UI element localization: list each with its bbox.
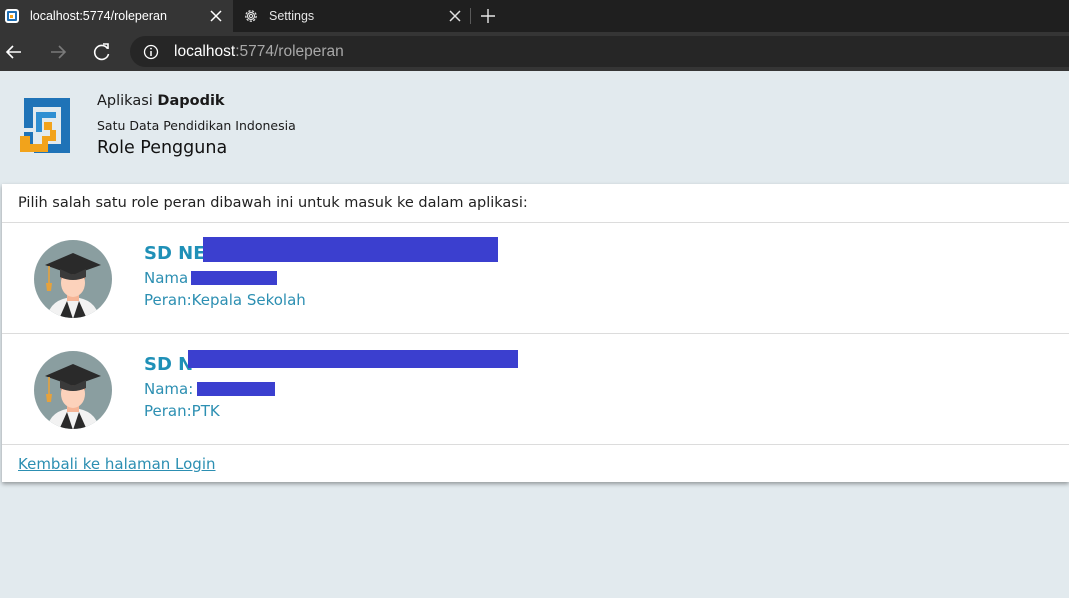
role-selection-card: Pilih salah satu role peran dibawah ini … [2,184,1069,482]
plus-icon[interactable] [480,8,496,24]
app-title: Aplikasi Dapodik [97,93,225,109]
url-host: localhost [174,43,236,60]
page-title: Role Pengguna [97,138,228,158]
gear-icon [245,10,257,22]
role-user-name: Nama: [144,380,194,398]
card-instruction: Pilih salah satu role peran dibawah ini … [18,195,528,211]
back-to-login-link[interactable]: Kembali ke halaman Login [18,455,216,473]
close-icon[interactable] [209,9,223,23]
url-text[interactable]: localhost:5774/roleperan [174,43,344,61]
browser-tab-strip: localhost:5774/roleperan Settings [0,0,1069,32]
role-option-ptk[interactable]: SD N Nama: Peran:PTK [2,334,1069,444]
info-icon[interactable] [143,44,159,60]
app-title-name: Dapodik [157,93,225,109]
role-peran-value: PTK [191,402,220,420]
role-peran-value: Kepala Sekolah [191,291,306,309]
graduate-avatar-icon [34,351,112,429]
graduate-avatar-icon [34,240,112,318]
tab-roleperan[interactable]: localhost:5774/roleperan [0,0,233,32]
forward-arrow-icon[interactable] [48,42,68,62]
app-title-prefix: Aplikasi [97,93,153,109]
role-option-kepala-sekolah[interactable]: SD NE Nama Peran:Kepala Sekolah [2,223,1069,333]
role-peran-label: Peran: [144,291,192,309]
tab-settings[interactable]: Settings [233,0,470,32]
dapodik-favicon-icon [5,9,19,23]
divider [2,444,1069,445]
address-bar[interactable]: localhost:5774/roleperan [130,36,1069,67]
role-peran-label: Peran: [144,402,192,420]
tab-title: localhost:5774/roleperan [30,9,167,23]
tab-separator [470,8,471,24]
role-school-name: SD N [144,354,194,375]
tab-title: Settings [269,9,315,23]
role-school-name: SD NE [144,243,206,264]
role-user-name: Nama [144,269,189,287]
redaction-block [188,350,518,368]
redaction-block [203,237,498,262]
redaction-block [191,271,277,285]
app-subtitle: Satu Data Pendidikan Indonesia [97,118,296,133]
dapodik-logo [20,98,70,153]
redaction-block [197,382,275,396]
close-icon[interactable] [448,9,462,23]
back-arrow-icon[interactable] [4,42,24,62]
url-path: :5774/roleperan [235,43,344,60]
browser-nav-bar: localhost:5774/roleperan [0,32,1069,71]
role-peran: Peran:PTK [144,402,220,420]
refresh-icon[interactable] [92,42,112,62]
role-peran: Peran:Kepala Sekolah [144,291,306,309]
